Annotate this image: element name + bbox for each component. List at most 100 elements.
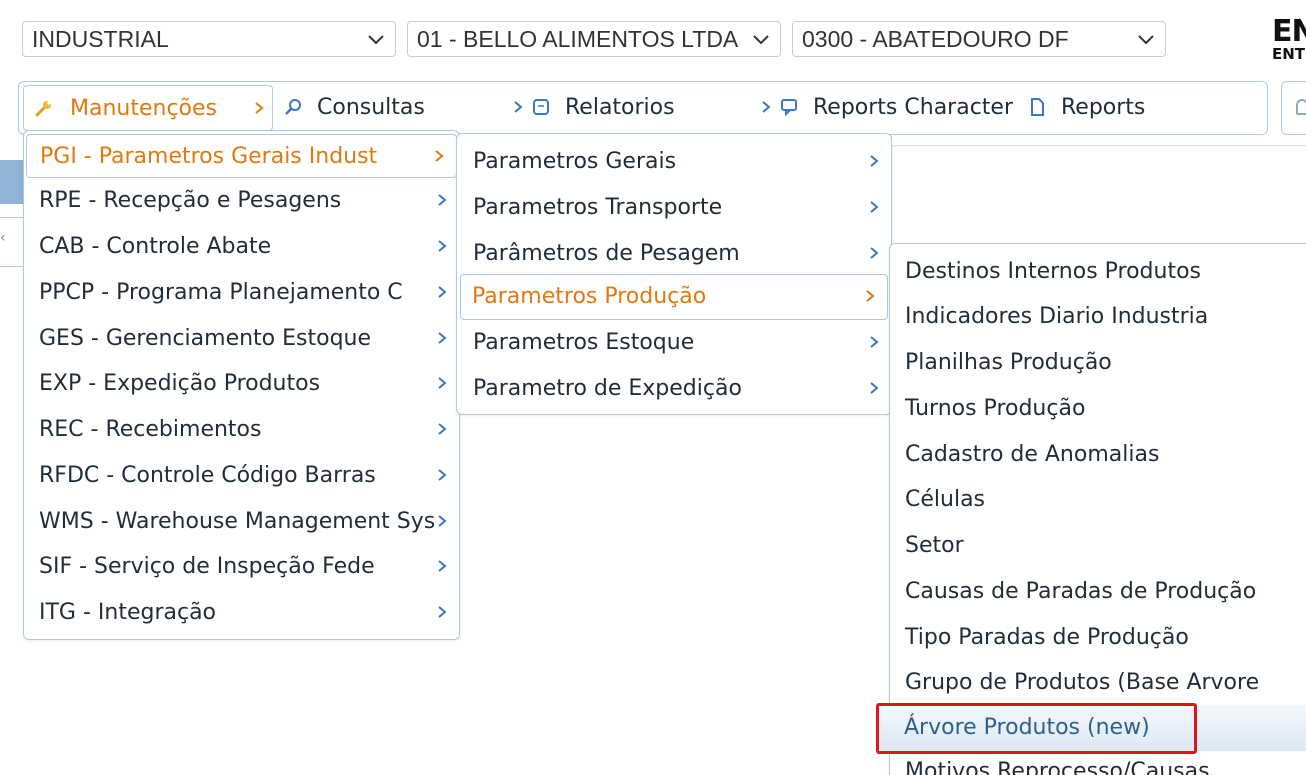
menu-level2-item[interactable]: Parâmetros de Pesagem <box>457 232 891 276</box>
menu-level3-item[interactable]: Setor <box>890 524 1306 568</box>
chevron-right-icon <box>870 155 879 167</box>
background-divider <box>890 145 1306 146</box>
menu-level2-item[interactable]: Parametros Estoque <box>457 321 891 365</box>
menu-level3-item-label: Planilhas Produção <box>905 350 1112 375</box>
menu-level3-item-selected[interactable]: Árvore Produtos (new) <box>880 705 1306 751</box>
menu-level2-item[interactable]: Parametros Transporte <box>457 186 891 230</box>
menu-level2-item-label: Parametros Gerais <box>473 149 677 174</box>
menu-level1-item-label: CAB - Controle Abate <box>39 234 272 259</box>
chevron-right-icon <box>870 247 879 259</box>
menu-level3-item-label: Motivos Reprocesso/Causas <box>905 759 1210 775</box>
menu-level1-item-label: GES - Gerenciamento Estoque <box>39 326 372 351</box>
wrench-icon <box>35 101 51 117</box>
menu-level2-item[interactable]: Parametro de Expedição <box>457 367 891 411</box>
menu-manutencoes-label: Manutenções <box>70 96 218 121</box>
menu-level1-item[interactable]: CAB - Controle Abate <box>24 225 459 269</box>
chevron-down-icon <box>368 35 384 45</box>
menu-level2-panel: Parametros Gerais Parametros Transporte … <box>456 133 892 415</box>
menu-level3-item[interactable]: Motivos Reprocesso/Causas <box>889 752 1306 775</box>
background-row: ‹ <box>0 217 23 267</box>
chevron-right-icon <box>438 332 447 344</box>
menu-level1-item[interactable]: ITG - Integração <box>24 591 459 635</box>
chevron-right-icon <box>255 102 264 114</box>
menu-level3-item[interactable]: Células <box>890 478 1306 522</box>
menu-level2-item-label: Parametros Estoque <box>473 330 695 355</box>
menu-level3-item[interactable]: Causas de Paradas de Produção <box>890 570 1306 614</box>
report-icon <box>533 99 549 115</box>
chevron-right-icon <box>870 201 879 213</box>
menu-level2-item[interactable]: Parametros Gerais <box>457 140 891 184</box>
menu-level1-item[interactable]: WMS - Warehouse Management Sys <box>24 500 459 544</box>
menu-level1-item-label: REC - Recebimentos <box>39 417 262 442</box>
chevron-right-icon <box>438 560 447 572</box>
menu-level1-item[interactable]: EXP - Expedição Produtos <box>24 362 459 406</box>
company-select-value: 01 - BELLO ALIMENTOS LTDA <box>417 26 739 52</box>
menu-reports-character-label: Reports Character <box>813 95 1013 120</box>
chevron-right-icon <box>514 101 523 113</box>
background-row-marker: ‹ <box>0 230 6 246</box>
menu-level3-item[interactable]: Tipo Paradas de Produção <box>890 616 1306 660</box>
area-select[interactable]: INDUSTRIAL <box>22 21 396 57</box>
menu-level3-item-label: Causas de Paradas de Produção <box>905 579 1257 604</box>
chevron-down-icon <box>1138 35 1154 45</box>
chevron-right-icon <box>870 336 879 348</box>
background-tab <box>0 160 23 204</box>
plant-select-value: 0300 - ABATEDOURO DF <box>802 26 1069 52</box>
area-select-value: INDUSTRIAL <box>32 26 169 52</box>
menu-level3-item[interactable]: Destinos Internos Produtos <box>890 250 1306 294</box>
brand-logo: EN ENT <box>1272 14 1306 64</box>
document-icon <box>1031 98 1044 116</box>
menu-level2-item-label: Parametros Produção <box>472 284 707 309</box>
menu-level3-item-label: Destinos Internos Produtos <box>905 259 1202 284</box>
chevron-right-icon <box>435 150 444 162</box>
chevron-right-icon <box>762 101 771 113</box>
menu-level3-item-label: Árvore Produtos (new) <box>904 715 1150 740</box>
menu-level1-item[interactable]: GES - Gerenciamento Estoque <box>24 317 459 361</box>
user-menubar[interactable] <box>1281 81 1306 135</box>
menu-consultas[interactable]: Consultas <box>279 82 523 134</box>
menu-level3-item[interactable]: Cadastro de Anomalias <box>890 433 1306 477</box>
chat-icon <box>781 99 797 117</box>
chevron-right-icon <box>438 606 447 618</box>
menu-level1-panel: PGI - Parametros Gerais Indust RPE - Rec… <box>23 130 460 640</box>
chevron-right-icon <box>438 423 447 435</box>
menu-level1-item[interactable]: RPE - Recepção e Pesagens <box>24 179 459 223</box>
menu-level2-item-label: Parametro de Expedição <box>473 376 742 401</box>
main-menubar: Manutenções Consultas Relatorios Reports… <box>18 81 1268 135</box>
menu-manutencoes[interactable]: Manutenções <box>23 85 273 131</box>
menu-level2-item-label: Parametros Transporte <box>473 195 723 220</box>
menu-consultas-label: Consultas <box>317 95 425 120</box>
menu-level3-item-label: Setor <box>905 533 964 558</box>
menu-level1-item-label: RFDC - Controle Código Barras <box>39 463 376 488</box>
menu-level3-panel: Destinos Internos Produtos Indicadores D… <box>889 243 1306 775</box>
menu-level1-item[interactable]: RFDC - Controle Código Barras <box>24 454 459 498</box>
plant-select[interactable]: 0300 - ABATEDOURO DF <box>792 21 1166 57</box>
chevron-right-icon <box>438 515 447 527</box>
menu-level1-item-label: RPE - Recepção e Pesagens <box>39 188 342 213</box>
menu-level3-item[interactable]: Turnos Produção <box>890 387 1306 431</box>
menu-reports-label: Reports <box>1061 95 1146 120</box>
chevron-down-icon <box>753 35 769 45</box>
menu-level3-item[interactable]: Grupo de Produtos (Base Arvore <box>890 661 1306 705</box>
chevron-right-icon <box>438 286 447 298</box>
menu-level1-item[interactable]: REC - Recebimentos <box>24 408 459 452</box>
search-icon <box>285 99 301 115</box>
menu-level1-item-label: EXP - Expedição Produtos <box>39 371 321 396</box>
menu-reports-character[interactable]: Reports Character <box>777 82 1017 134</box>
menu-level3-item-label: Células <box>905 487 986 512</box>
menu-level3-item[interactable]: Indicadores Diario Industria <box>890 295 1306 339</box>
chevron-right-icon <box>438 194 447 206</box>
menu-level3-item-label: Indicadores Diario Industria <box>905 304 1209 329</box>
menu-level2-item[interactable]: Parametros Produção <box>460 274 888 320</box>
menu-level1-item[interactable]: SIF - Serviço de Inspeção Fede <box>24 545 459 589</box>
menu-level1-item[interactable]: PPCP - Programa Planejamento C <box>24 271 459 315</box>
chevron-right-icon <box>438 240 447 252</box>
chevron-right-icon <box>438 469 447 481</box>
menu-level3-item[interactable]: Planilhas Produção <box>890 341 1306 385</box>
company-select[interactable]: 01 - BELLO ALIMENTOS LTDA <box>407 21 781 57</box>
menu-level1-item[interactable]: PGI - Parametros Gerais Indust <box>26 134 457 178</box>
chevron-right-icon <box>866 290 875 302</box>
menu-relatorios[interactable]: Relatorios <box>529 82 771 134</box>
brand-logo-line2: ENT <box>1272 45 1306 63</box>
menu-reports[interactable]: Reports <box>1025 82 1175 134</box>
